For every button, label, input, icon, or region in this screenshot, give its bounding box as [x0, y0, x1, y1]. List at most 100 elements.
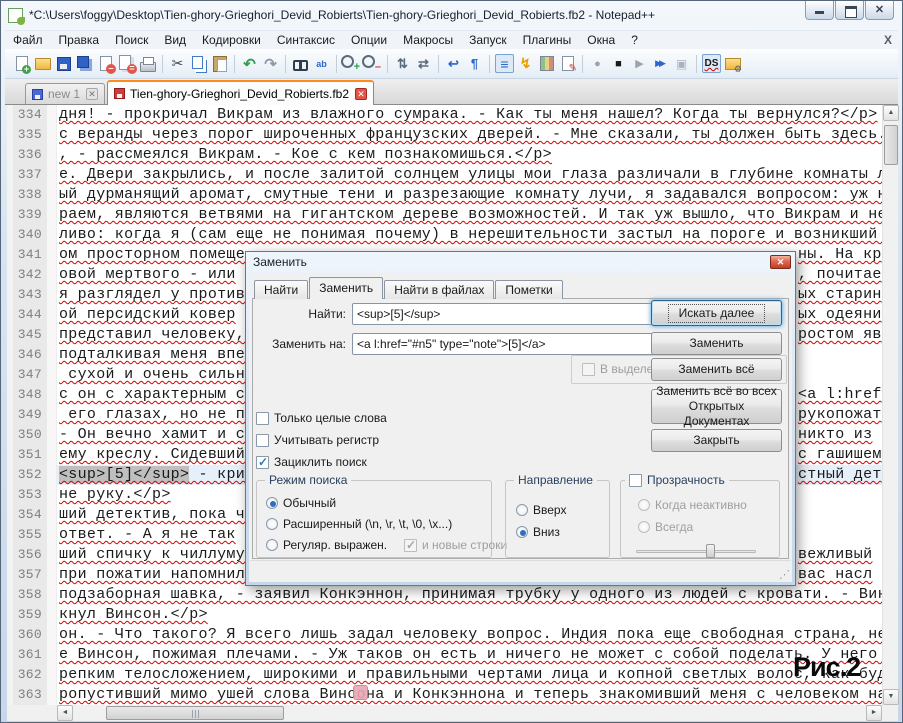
- save-all-icon[interactable]: [75, 54, 94, 73]
- tab-close-icon[interactable]: [86, 88, 98, 100]
- scroll-down-icon[interactable]: [883, 689, 899, 705]
- editor-line-text[interactable]: е Винсон, пожимая плечами. - Уж таков он…: [57, 645, 882, 665]
- fold-margin[interactable]: [47, 205, 57, 225]
- minimize-button[interactable]: [805, 1, 834, 20]
- transparency-inactive-radio[interactable]: Когда неактивно: [638, 498, 747, 512]
- fold-margin[interactable]: [47, 265, 57, 285]
- replace-button[interactable]: Заменить: [651, 332, 782, 355]
- menu-item[interactable]: Опции: [343, 31, 395, 50]
- menu-item[interactable]: Окна: [579, 31, 623, 50]
- direction-up-radio[interactable]: Вверх: [516, 503, 566, 517]
- editor-line-text[interactable]: ропустивший мимо ушей слова Винсона и Ко…: [57, 685, 882, 705]
- fold-margin[interactable]: [47, 165, 57, 185]
- transparency-legend[interactable]: Прозрачность: [625, 473, 729, 487]
- close-all-docs-icon[interactable]: [117, 54, 136, 73]
- undo-icon[interactable]: [240, 54, 259, 73]
- menu-item[interactable]: Файл: [5, 31, 51, 50]
- scroll-left-icon[interactable]: [57, 705, 73, 721]
- fold-margin[interactable]: [47, 605, 57, 625]
- document-tab[interactable]: new 1: [25, 83, 105, 104]
- fold-margin[interactable]: [47, 485, 57, 505]
- regex-newline-checkbox[interactable]: и новые строки: [404, 538, 507, 552]
- resize-grip[interactable]: [779, 568, 790, 581]
- fold-margin[interactable]: [47, 105, 57, 125]
- new-file-icon[interactable]: [12, 54, 31, 73]
- menu-item[interactable]: Синтаксис: [269, 31, 343, 50]
- editor-line-text[interactable]: репким телосложением, широкими и правиль…: [57, 665, 882, 685]
- function-list-icon[interactable]: [516, 54, 535, 73]
- paste-icon[interactable]: [210, 54, 229, 73]
- menu-item[interactable]: Запуск: [461, 31, 515, 50]
- doc-map-icon[interactable]: [537, 54, 556, 73]
- doc-switcher-icon[interactable]: [558, 54, 577, 73]
- fold-margin[interactable]: [47, 525, 57, 545]
- fold-margin[interactable]: [47, 365, 57, 385]
- fold-margin[interactable]: [47, 125, 57, 145]
- document-tab[interactable]: Tien-ghory-Grieghori_Devid_Robierts.fb2: [107, 80, 374, 105]
- vertical-scroll-thumb[interactable]: [884, 125, 898, 165]
- mode-extended-radio[interactable]: Расширенный (\n, \r, \t, \0, \x...): [266, 517, 452, 531]
- match-case-checkbox[interactable]: Учитывать регистр: [256, 433, 379, 447]
- menu-item[interactable]: Плагины: [515, 31, 580, 50]
- find-next-button[interactable]: Искать далее: [651, 300, 782, 326]
- redo-icon[interactable]: [261, 54, 280, 73]
- fold-margin[interactable]: [47, 545, 57, 565]
- word-wrap-icon[interactable]: [444, 54, 463, 73]
- transparency-always-radio[interactable]: Всегда: [638, 520, 693, 534]
- replace-all-button[interactable]: Заменить всё: [651, 358, 782, 381]
- editor-line-text[interactable]: раем, являются ветвями на гигантском дер…: [57, 205, 882, 225]
- transparency-checkbox[interactable]: [629, 474, 642, 487]
- show-symbols-icon[interactable]: [465, 54, 484, 73]
- fold-margin[interactable]: [47, 505, 57, 525]
- tab-replace[interactable]: Заменить: [309, 277, 383, 299]
- editor-line-text[interactable]: ливо: когда я (сам еще не понимая почему…: [57, 225, 882, 245]
- tab-close-icon[interactable]: [355, 88, 367, 100]
- menu-item[interactable]: Вид: [156, 31, 194, 50]
- mode-regex-radio[interactable]: Регуляр. выражен.: [266, 538, 387, 552]
- replace-icon[interactable]: [312, 54, 331, 73]
- copy-icon[interactable]: [189, 54, 208, 73]
- fold-margin[interactable]: [47, 445, 57, 465]
- save-file-icon[interactable]: [54, 54, 73, 73]
- macro-play-icon[interactable]: [630, 54, 649, 73]
- macro-record-icon[interactable]: [588, 54, 607, 73]
- macro-save-icon[interactable]: [672, 54, 691, 73]
- editor-line-text[interactable]: ый дурманящий аромат, смутные тени и раз…: [57, 185, 882, 205]
- zoom-out-icon[interactable]: [363, 54, 382, 73]
- fold-margin[interactable]: [47, 625, 57, 645]
- close-dialog-button[interactable]: Закрыть: [651, 429, 782, 452]
- tab-find-in-files[interactable]: Найти в файлах: [384, 280, 494, 299]
- editor-line-text[interactable]: дня! - прокричал Викрам из влажного сумр…: [57, 105, 882, 125]
- sync-v-icon[interactable]: [393, 54, 412, 73]
- transparency-slider[interactable]: [636, 544, 756, 558]
- find-icon[interactable]: [291, 54, 310, 73]
- macro-stop-icon[interactable]: [609, 54, 628, 73]
- close-doc-icon[interactable]: [96, 54, 115, 73]
- editor-line-text[interactable]: подзаборная шавка, - заявил Конкэннон, п…: [57, 585, 882, 605]
- whole-word-checkbox[interactable]: Только целые слова: [256, 411, 387, 425]
- editor-line-text[interactable]: кнул Винсон.</p>: [57, 605, 882, 625]
- fold-margin[interactable]: [47, 565, 57, 585]
- fold-margin[interactable]: [47, 245, 57, 265]
- fold-margin[interactable]: [47, 685, 57, 705]
- open-folder-icon[interactable]: [33, 54, 52, 73]
- zoom-in-icon[interactable]: [342, 54, 361, 73]
- fold-margin[interactable]: [47, 325, 57, 345]
- editor-line-text[interactable]: , - рассмеялся Викрам. - Кое с кем позна…: [57, 145, 882, 165]
- fold-margin[interactable]: [47, 185, 57, 205]
- menu-item[interactable]: Кодировки: [194, 31, 269, 50]
- fold-margin[interactable]: [47, 465, 57, 485]
- fold-margin[interactable]: [47, 405, 57, 425]
- close-button[interactable]: [865, 1, 894, 20]
- menu-item[interactable]: Правка: [51, 31, 108, 50]
- fold-margin[interactable]: [47, 585, 57, 605]
- tab-mark[interactable]: Пометки: [495, 280, 562, 299]
- slider-thumb[interactable]: [706, 544, 715, 558]
- maximize-button[interactable]: [835, 1, 864, 20]
- title-bar[interactable]: *C:\Users\foggy\Desktop\Tien-ghory-Grieg…: [1, 1, 902, 30]
- editor-line-text[interactable]: он. - Что такого? Я всего лишь задал чел…: [57, 625, 882, 645]
- vertical-scrollbar[interactable]: [882, 105, 898, 705]
- menu-item[interactable]: Макросы: [395, 31, 461, 50]
- horizontal-scrollbar[interactable]: [57, 705, 882, 721]
- mode-normal-radio[interactable]: Обычный: [266, 496, 336, 510]
